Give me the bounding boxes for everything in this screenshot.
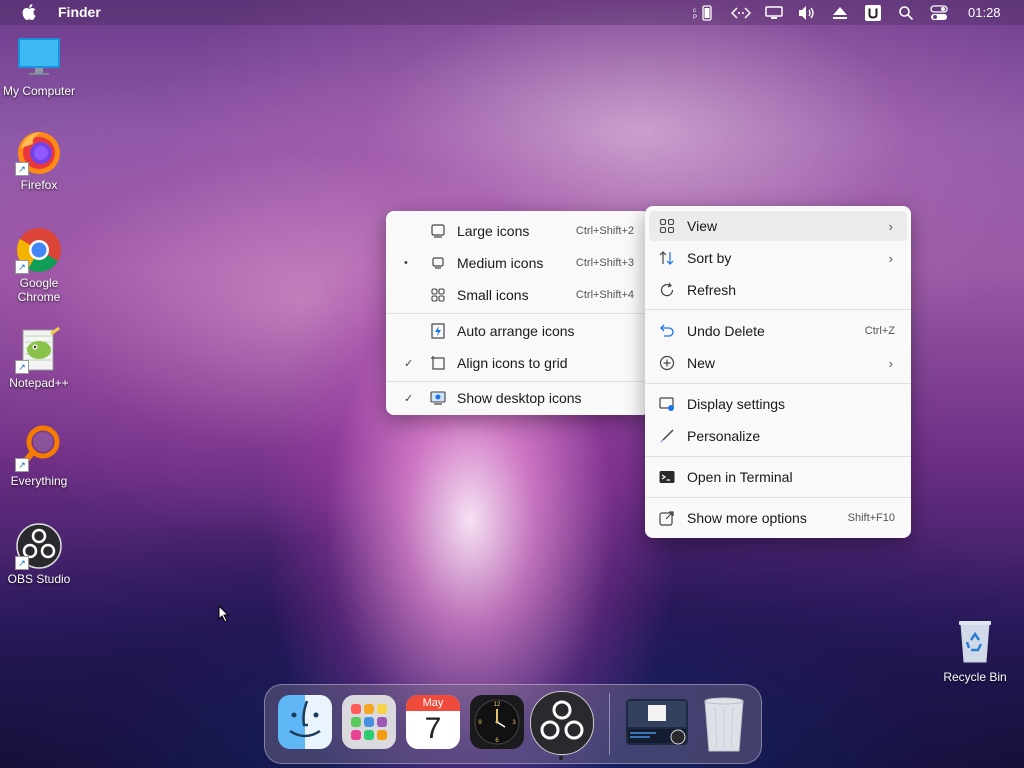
sort-icon <box>659 251 674 265</box>
chevron-right-icon: › <box>888 218 893 234</box>
medium-icons-icon <box>432 257 444 269</box>
desktop-icon-label: Everything <box>10 474 68 488</box>
mouse-cursor-icon <box>218 605 230 623</box>
dock-clock-icon[interactable]: 12 3 6 9 <box>470 695 524 749</box>
firefox-icon: ↗ <box>15 128 63 176</box>
large-icons-icon <box>431 224 445 238</box>
app-name[interactable]: Finder <box>58 4 101 20</box>
notepadpp-icon: ↗ <box>15 326 63 374</box>
plus-circle-icon <box>659 355 675 371</box>
u-icon[interactable] <box>864 3 882 22</box>
menu-separator <box>645 497 911 498</box>
menu-item-personalize[interactable]: Personalize <box>649 421 907 451</box>
menu-item-auto-arrange-icons[interactable]: Auto arrange icons <box>390 316 646 346</box>
selected-bullet: • <box>404 257 408 269</box>
search-icon[interactable] <box>896 3 916 22</box>
eject-icon[interactable] <box>830 3 850 22</box>
refresh-icon <box>660 282 674 297</box>
desktop-icon-google-chrome[interactable]: ↗ Google Chrome <box>0 226 78 304</box>
desktop-icon-everything[interactable]: ↗ Everything <box>0 424 78 488</box>
display-settings-icon <box>659 397 674 411</box>
dock-trash-icon[interactable] <box>697 695 751 752</box>
desktop-icon-label: Google Chrome <box>17 276 61 304</box>
auto-arrange-icon <box>431 323 445 339</box>
terminal-icon <box>659 471 675 483</box>
menu-item-new[interactable]: New › <box>649 348 907 378</box>
recycle-bin-icon <box>951 618 999 666</box>
chrome-icon: ↗ <box>15 226 63 274</box>
brush-icon <box>660 429 674 443</box>
small-icons-icon <box>431 288 445 302</box>
desktop-icon-firefox[interactable]: ↗ Firefox <box>0 128 78 192</box>
dock-calendar-icon[interactable]: May 7 <box>406 695 460 749</box>
desktop-icon-label: Firefox <box>20 178 58 192</box>
desktop-icon-recycle-bin[interactable]: Recycle Bin <box>936 618 1014 684</box>
desktop-icon-notepadpp[interactable]: ↗ Notepad++ <box>0 326 78 390</box>
desktop-icon-label: Recycle Bin <box>943 670 1007 684</box>
view-submenu: Large icons Ctrl+Shift+2 • Medium icons … <box>386 211 650 415</box>
checkmark-icon: ✓ <box>404 392 414 405</box>
code-icon[interactable] <box>730 3 752 22</box>
menu-item-show-desktop-icons[interactable]: ✓ Show desktop icons <box>390 383 646 413</box>
menu-bar-clock[interactable]: 01:28 <box>968 5 1001 20</box>
menu-separator <box>645 383 911 384</box>
shortcut-arrow-icon: ↗ <box>15 162 29 176</box>
calendar-day: 7 <box>424 712 442 745</box>
align-grid-icon <box>431 356 445 370</box>
dock-divider <box>609 693 610 755</box>
undo-icon <box>660 324 674 337</box>
menu-item-show-more-options[interactable]: Show more options Shift+F10 <box>649 503 907 533</box>
shortcut-arrow-icon: ↗ <box>15 458 29 472</box>
dock-window-preview[interactable] <box>626 699 688 745</box>
svg-text:c: c <box>693 8 696 14</box>
chevron-right-icon: › <box>888 250 893 266</box>
menu-item-medium-icons[interactable]: • Medium icons Ctrl+Shift+3 <box>390 248 646 278</box>
menu-item-open-in-terminal[interactable]: Open in Terminal <box>649 462 907 492</box>
dock-obs-studio-icon[interactable] <box>530 691 594 755</box>
desktop-icon-obs-studio[interactable]: ↗ OBS Studio <box>0 522 78 586</box>
desktop-context-menu: View › Sort by › Refresh Undo Delete Ctr… <box>645 206 911 538</box>
dock: May 7 12 3 6 9 <box>264 684 762 764</box>
obs-icon: ↗ <box>15 522 63 570</box>
menu-item-view[interactable]: View › <box>649 211 907 241</box>
dock-finder-icon[interactable] <box>278 695 332 749</box>
volume-icon[interactable] <box>796 3 818 22</box>
everything-icon: ↗ <box>15 424 63 472</box>
menu-item-refresh[interactable]: Refresh <box>649 275 907 305</box>
menu-item-sort-by[interactable]: Sort by › <box>649 243 907 273</box>
apple-logo-icon[interactable] <box>22 4 36 20</box>
menu-separator <box>386 313 650 314</box>
display-icon[interactable] <box>764 3 784 22</box>
menu-bar: Finder cP 01:28 <box>0 0 1024 25</box>
menu-item-display-settings[interactable]: Display settings <box>649 389 907 419</box>
desktop-icon-label: My Computer <box>2 84 76 98</box>
shortcut-arrow-icon: ↗ <box>15 260 29 274</box>
share-icon <box>659 511 674 526</box>
grid-icon <box>659 218 675 234</box>
shortcut-arrow-icon: ↗ <box>15 556 29 570</box>
desktop-icon-my-computer[interactable]: My Computer <box>0 34 78 98</box>
menu-item-small-icons[interactable]: Small icons Ctrl+Shift+4 <box>390 280 646 310</box>
svg-text:P: P <box>693 15 697 21</box>
dock-launchpad-icon[interactable] <box>342 695 396 749</box>
desktop-icon-label: OBS Studio <box>7 572 71 586</box>
checkmark-icon: ✓ <box>404 357 414 370</box>
menu-item-large-icons[interactable]: Large icons Ctrl+Shift+2 <box>390 216 646 246</box>
menu-item-undo-delete[interactable]: Undo Delete Ctrl+Z <box>649 316 907 346</box>
running-indicator <box>559 756 563 760</box>
control-center-icon[interactable] <box>928 3 950 22</box>
menu-separator <box>645 309 911 310</box>
chevron-right-icon: › <box>888 355 893 371</box>
monitor-icon <box>15 34 63 82</box>
show-desktop-icon <box>430 391 446 405</box>
menu-item-align-icons-to-grid[interactable]: ✓ Align icons to grid <box>390 348 646 378</box>
svg-text:12: 12 <box>494 702 501 708</box>
desktop-icon-label: Notepad++ <box>9 376 69 390</box>
menu-separator <box>386 381 650 382</box>
menu-separator <box>645 456 911 457</box>
battery-icon[interactable]: cP <box>692 3 716 22</box>
shortcut-arrow-icon: ↗ <box>15 360 29 374</box>
calendar-month: May <box>406 695 460 711</box>
